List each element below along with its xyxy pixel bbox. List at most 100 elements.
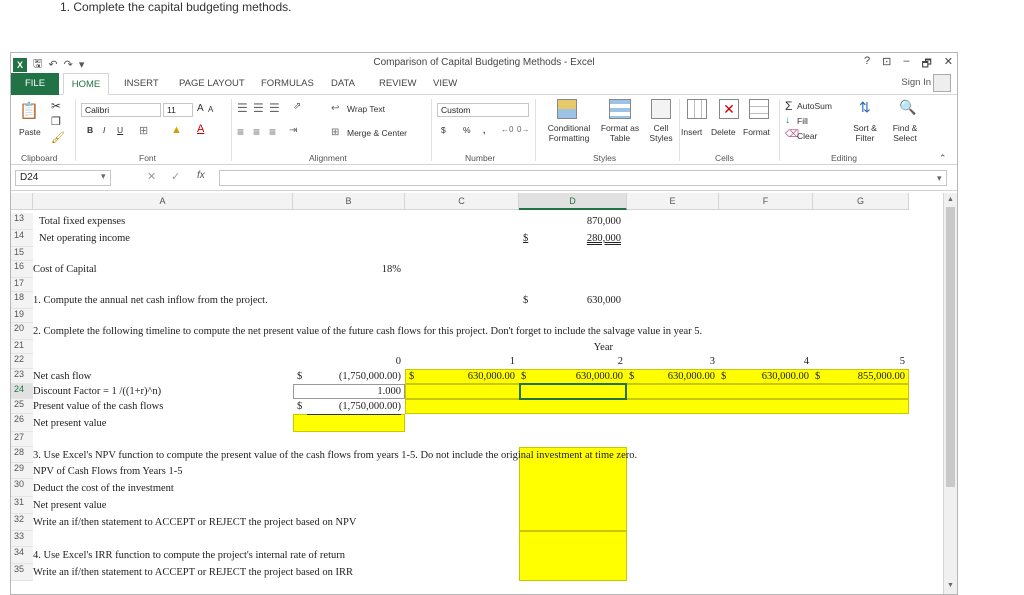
tab-review[interactable]: REVIEW — [379, 73, 416, 95]
sign-in-link[interactable]: Sign In — [901, 77, 931, 88]
cell-e23[interactable]: 630,000.00 — [631, 370, 715, 384]
undo-icon[interactable]: ↶ — [48, 58, 57, 71]
delete-button[interactable]: Delete — [711, 127, 736, 137]
cell-a14[interactable]: Net operating income — [39, 232, 130, 246]
format-as-table-button[interactable]: Format as Table — [595, 123, 645, 143]
row-header[interactable]: 26 — [11, 414, 33, 432]
cell-a13[interactable]: Total fixed expenses — [39, 215, 125, 229]
cell-c23[interactable]: 630,000.00 — [411, 370, 515, 384]
align-center-icon[interactable]: ≡ — [253, 125, 260, 139]
copy-icon[interactable]: ❐ — [51, 115, 61, 128]
paste-button[interactable]: Paste — [19, 127, 41, 137]
cell-d13[interactable]: 870,000 — [531, 215, 621, 229]
help-button[interactable]: ? — [864, 55, 870, 74]
column-header-f[interactable]: F — [719, 193, 813, 210]
cell-b16[interactable]: 18% — [307, 263, 401, 277]
cell-a35[interactable]: Write an if/then statement to ACCEPT or … — [33, 566, 353, 580]
align-left-icon[interactable]: ≡ — [237, 125, 244, 139]
row-header[interactable]: 31 — [11, 497, 33, 514]
cell-a29[interactable]: NPV of Cash Flows from Years 1-5 — [33, 465, 182, 479]
cell-a34[interactable]: 4. Use Excel's IRR function to compute t… — [33, 549, 345, 563]
minimize-button[interactable]: – — [903, 55, 909, 74]
row-header[interactable]: 23 — [11, 369, 33, 384]
merge-center-button[interactable]: Merge & Center — [347, 128, 407, 138]
cell-c22[interactable]: 1 — [411, 355, 515, 369]
column-header-d[interactable]: D — [519, 193, 627, 210]
row-header[interactable]: 25 — [11, 399, 33, 414]
cell-f23[interactable]: 630,000.00 — [723, 370, 809, 384]
format-painter-icon[interactable]: 🖌 — [51, 131, 65, 144]
cell-d14[interactable]: 280,000 — [531, 232, 621, 246]
indent-icon[interactable]: ⇥ — [289, 125, 297, 136]
font-name-select[interactable]: Calibri — [81, 103, 161, 117]
underline-button[interactable]: U — [117, 125, 123, 135]
format-button[interactable]: Format — [743, 127, 770, 137]
cell-a30[interactable]: Deduct the cost of the investment — [33, 482, 174, 496]
cell-d18[interactable]: 630,000 — [531, 294, 621, 308]
selected-cell-d24[interactable] — [519, 383, 627, 400]
row-header[interactable]: 34 — [11, 547, 33, 564]
number-format-select[interactable]: Custom — [437, 103, 529, 117]
name-box[interactable]: D24 — [15, 170, 111, 186]
cell-a28[interactable]: 3. Use Excel's NPV function to compute t… — [33, 449, 637, 463]
scroll-up-icon[interactable]: ▲ — [947, 195, 954, 203]
ribbon-display-button[interactable]: ⊡ — [882, 55, 891, 74]
cell-b24[interactable]: 1.000 — [307, 385, 401, 399]
fill-color-icon[interactable]: ▲ — [171, 124, 182, 136]
cut-icon[interactable]: ✂ — [51, 99, 61, 113]
row-header[interactable]: 33 — [11, 531, 33, 547]
row-header[interactable]: 14 — [11, 230, 33, 247]
irr-input-area[interactable] — [519, 531, 627, 581]
font-color-icon[interactable]: A — [197, 123, 204, 135]
tab-home[interactable]: HOME — [63, 73, 109, 95]
customize-qat-icon[interactable]: ▾ — [79, 58, 85, 71]
row-header[interactable]: 17 — [11, 278, 33, 292]
column-header-e[interactable]: E — [627, 193, 719, 210]
cancel-icon[interactable]: ✕ — [147, 170, 156, 183]
npv-input-b26[interactable] — [293, 414, 405, 432]
cell-a20[interactable]: 2. Complete the following timeline to co… — [33, 325, 702, 339]
worksheet-grid[interactable]: A B C D E F G 13 14 15 16 17 18 19 20 21… — [11, 193, 957, 594]
row-header[interactable]: 30 — [11, 479, 33, 497]
row-header[interactable]: 24 — [11, 384, 33, 399]
row-header[interactable]: 20 — [11, 323, 33, 340]
cell-e22[interactable]: 3 — [631, 355, 715, 369]
shrink-font-button[interactable]: A — [208, 105, 213, 114]
cell-d22[interactable]: 2 — [523, 355, 623, 369]
row-header[interactable]: 35 — [11, 564, 33, 581]
expand-formula-bar-icon[interactable]: ▾ — [937, 173, 942, 184]
cell-a24[interactable]: Discount Factor = 1 /((1+r)^n) — [33, 385, 161, 399]
present-value-input-area[interactable] — [405, 399, 909, 414]
cell-f22[interactable]: 4 — [723, 355, 809, 369]
tab-file[interactable]: FILE — [11, 73, 59, 95]
row-header[interactable]: 29 — [11, 463, 33, 479]
row-header[interactable]: 15 — [11, 247, 33, 261]
column-header-c[interactable]: C — [405, 193, 519, 210]
cell-d21[interactable]: Year — [531, 341, 613, 355]
column-header-g[interactable]: G — [813, 193, 909, 210]
cell-a25[interactable]: Present value of the cash flows — [33, 400, 163, 414]
cell-a16[interactable]: Cost of Capital — [33, 263, 97, 277]
orientation-icon[interactable]: ⇗ — [293, 101, 301, 112]
cell-a26[interactable]: Net present value — [33, 417, 106, 431]
wrap-text-button[interactable]: Wrap Text — [347, 104, 385, 114]
cell-g23[interactable]: 855,000.00 — [817, 370, 905, 384]
row-header[interactable]: 22 — [11, 354, 33, 369]
tab-view[interactable]: VIEW — [433, 73, 457, 95]
cell-a32[interactable]: Write an if/then statement to ACCEPT or … — [33, 516, 356, 530]
cell-a31[interactable]: Net present value — [33, 499, 106, 513]
top-align-icon[interactable]: ☰ — [237, 101, 248, 115]
select-all-corner[interactable] — [11, 193, 33, 210]
insert-button[interactable]: Insert — [681, 127, 702, 137]
sort-filter-button[interactable]: Sort & Filter — [847, 123, 883, 143]
name-box-dropdown-icon[interactable]: ▾ — [101, 171, 106, 182]
cell-b22[interactable]: 0 — [307, 355, 401, 369]
decrease-decimal-icon[interactable]: 0→ — [517, 125, 529, 134]
align-right-icon[interactable]: ≡ — [269, 125, 276, 139]
row-header[interactable]: 13 — [11, 213, 33, 230]
italic-button[interactable]: I — [103, 125, 105, 135]
grow-font-button[interactable]: A — [197, 103, 204, 114]
scrollbar-thumb[interactable] — [946, 207, 955, 487]
cell-b25[interactable]: (1,750,000.00) — [307, 400, 401, 415]
increase-decimal-icon[interactable]: ←0 — [501, 125, 513, 134]
